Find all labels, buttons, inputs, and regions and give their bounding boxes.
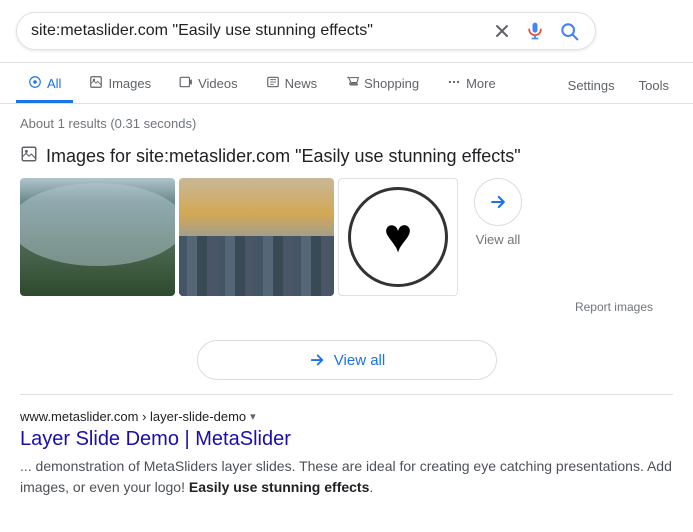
view-all-bar: View all (0, 334, 693, 394)
image-grid-icon (20, 145, 38, 168)
report-images-link[interactable]: Report images (575, 300, 653, 314)
more-icon (447, 75, 461, 92)
microphone-button[interactable] (523, 19, 547, 43)
heart-circle: ♥ (348, 187, 448, 287)
result-url-dropdown[interactable]: ▾ (250, 410, 256, 423)
images-section-title: Images for site:metaslider.com "Easily u… (46, 146, 521, 167)
search-bar (16, 12, 596, 50)
view-all-arrow-section: View all (474, 178, 522, 247)
result-title[interactable]: Layer Slide Demo | MetaSlider (20, 426, 673, 452)
tab-videos[interactable]: Videos (167, 67, 250, 103)
arrow-right-small-icon (308, 351, 326, 369)
all-icon (28, 75, 42, 92)
microphone-icon (525, 21, 545, 41)
images-section: Images for site:metaslider.com "Easily u… (0, 137, 693, 334)
tools-link[interactable]: Tools (631, 70, 677, 101)
images-icon (89, 75, 103, 92)
result-snippet: ... demonstration of MetaSliders layer s… (20, 456, 673, 498)
videos-icon (179, 75, 193, 92)
result-snippet-bold: Easily use stunning effects (189, 479, 370, 495)
arrow-right-icon (488, 192, 508, 212)
shopping-icon (345, 75, 359, 92)
nav-tabs: All Images Videos News Shopping More Set… (0, 63, 693, 104)
image-thumbnail-mountain[interactable] (20, 178, 175, 296)
report-images-container: Report images (20, 296, 673, 322)
nav-right: Settings Tools (560, 70, 677, 101)
view-all-button[interactable]: View all (197, 340, 497, 380)
tab-more[interactable]: More (435, 67, 508, 103)
tab-shopping[interactable]: Shopping (333, 67, 431, 103)
tab-shopping-label: Shopping (364, 76, 419, 91)
clear-button[interactable] (491, 20, 513, 42)
heart-symbol: ♥ (384, 213, 413, 261)
settings-link[interactable]: Settings (560, 70, 623, 101)
tab-images-label: Images (108, 76, 151, 91)
news-icon (266, 75, 280, 92)
result-url-text: www.metaslider.com › layer-slide-demo (20, 409, 246, 424)
view-all-arrow-button[interactable] (474, 178, 522, 226)
view-all-label: View all (476, 232, 521, 247)
images-header: Images for site:metaslider.com "Easily u… (20, 145, 673, 168)
search-button[interactable] (557, 19, 581, 43)
results-count: About 1 results (0.31 seconds) (20, 116, 196, 131)
tab-more-label: More (466, 76, 496, 91)
image-thumbnail-city[interactable] (179, 178, 334, 296)
search-icon (559, 21, 579, 41)
image-thumbnail-heart[interactable]: ♥ (338, 178, 458, 296)
close-icon (493, 22, 511, 40)
search-input[interactable] (31, 22, 491, 40)
view-all-button-label: View all (334, 352, 385, 369)
tab-news[interactable]: News (254, 67, 330, 103)
search-result-0: www.metaslider.com › layer-slide-demo ▾ … (0, 395, 693, 508)
search-bar-icons (491, 19, 581, 43)
tab-news-label: News (285, 76, 318, 91)
tab-all[interactable]: All (16, 67, 73, 103)
result-snippet-end: . (369, 479, 373, 495)
tab-videos-label: Videos (198, 76, 238, 91)
tab-all-label: All (47, 76, 61, 91)
result-url: www.metaslider.com › layer-slide-demo ▾ (20, 409, 673, 424)
tab-images[interactable]: Images (77, 67, 163, 103)
search-bar-container (0, 0, 693, 63)
results-info: About 1 results (0.31 seconds) (0, 104, 693, 137)
images-grid: ♥ (20, 178, 458, 296)
